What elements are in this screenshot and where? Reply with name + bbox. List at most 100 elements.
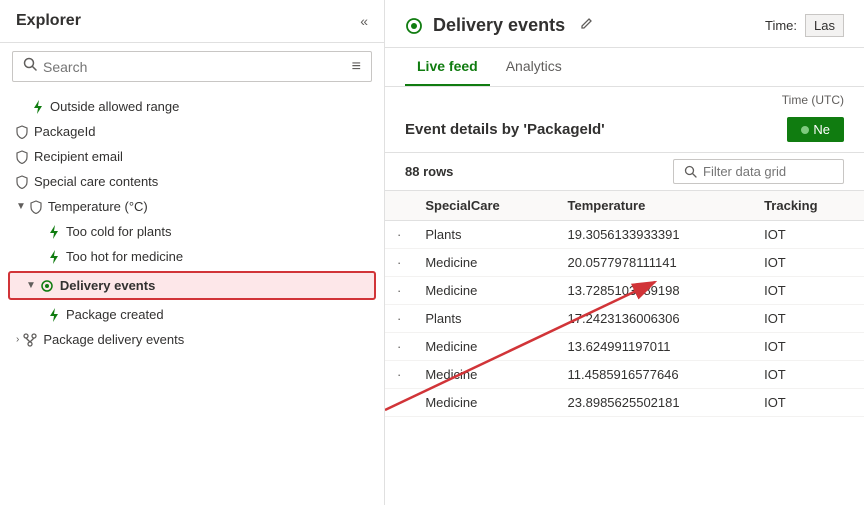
new-button-dot: [801, 126, 809, 134]
radio-icon: [40, 279, 54, 293]
edit-icon[interactable]: [579, 17, 593, 34]
search-icon: [684, 165, 697, 178]
sidebar-item-packageid[interactable]: PackageId: [0, 119, 384, 144]
bolt-icon: [48, 225, 60, 239]
sidebar-header: Explorer «: [0, 0, 384, 43]
sidebar-item-label: Special care contents: [34, 174, 158, 189]
sidebar-collapse-button[interactable]: «: [360, 13, 368, 29]
row-tracking: IOT: [752, 249, 864, 277]
table-row[interactable]: · Medicine 20.0577978111141 IOT: [385, 249, 864, 277]
search-bar[interactable]: ≡: [12, 51, 372, 82]
row-tracking: IOT: [752, 389, 864, 417]
main-header: Delivery events Time: Las: [385, 0, 864, 48]
col-tracking: Tracking: [752, 191, 864, 221]
row-dot: ·: [385, 305, 413, 333]
shield-icon: [16, 150, 28, 164]
sidebar-item-temperature[interactable]: ▼ Temperature (°C): [0, 194, 384, 219]
row-special-care: Medicine: [413, 361, 555, 389]
row-dot: ·: [385, 361, 413, 389]
filter-data-grid-input[interactable]: [703, 164, 833, 179]
event-details-bar: Event details by 'PackageId' Ne: [385, 107, 864, 153]
rows-count: 88 rows: [405, 164, 453, 179]
sidebar-item-label: Package created: [66, 307, 164, 322]
sidebar-item-recipient-email[interactable]: Recipient email: [0, 144, 384, 169]
chevron-right-icon: ›: [16, 334, 19, 345]
col-dot: [385, 191, 413, 221]
table-row[interactable]: · Medicine 11.4585916577646 IOT: [385, 361, 864, 389]
sidebar-item-label: Too cold for plants: [66, 224, 172, 239]
sidebar-item-label: Delivery events: [60, 278, 155, 293]
row-special-care: Plants: [413, 305, 555, 333]
row-tracking: IOT: [752, 361, 864, 389]
sidebar-item-special-care[interactable]: Special care contents: [0, 169, 384, 194]
row-tracking: IOT: [752, 333, 864, 361]
tabs: Live feed Analytics: [385, 48, 864, 87]
event-table: SpecialCare Temperature Tracking · Plant…: [385, 191, 864, 417]
table-row[interactable]: · Medicine 13.624991197011 IOT: [385, 333, 864, 361]
row-temperature: 11.4585916577646: [556, 361, 753, 389]
time-value: Las: [805, 14, 844, 37]
sidebar-item-outside-allowed-range[interactable]: Outside allowed range: [0, 94, 384, 119]
bolt-icon: [48, 308, 60, 322]
time-utc-label: Time (UTC): [385, 87, 864, 107]
row-special-care: Medicine: [413, 277, 555, 305]
row-tracking: IOT: [752, 305, 864, 333]
delivery-events-icon: [405, 17, 423, 35]
shield-icon: [16, 125, 28, 139]
table-row[interactable]: · Medicine 23.8985625502181 IOT: [385, 389, 864, 417]
chevron-down-icon: ▼: [26, 280, 36, 291]
row-special-care: Medicine: [413, 333, 555, 361]
sidebar-item-label: Too hot for medicine: [66, 249, 183, 264]
header-right: Time: Las: [765, 14, 844, 37]
main-content: Delivery events Time: Las Live feed Anal…: [385, 0, 864, 505]
sidebar-item-package-delivery[interactable]: › Package delivery events: [0, 327, 384, 352]
chevron-down-icon: ▼: [16, 201, 26, 212]
shield-icon: [16, 175, 28, 189]
sidebar-item-label: Temperature (°C): [48, 199, 148, 214]
row-temperature: 20.0577978111141: [556, 249, 753, 277]
col-temperature: Temperature: [556, 191, 753, 221]
tab-live-feed[interactable]: Live feed: [405, 48, 490, 86]
branch-icon: [23, 333, 37, 347]
main-title: Delivery events: [433, 15, 565, 36]
new-button[interactable]: Ne: [787, 117, 844, 142]
sidebar-tree: Outside allowed range PackageId Recipien…: [0, 90, 384, 505]
row-tracking: IOT: [752, 221, 864, 249]
main-panel: Delivery events Time: Las Live feed Anal…: [385, 0, 864, 505]
sidebar-item-label: Outside allowed range: [50, 99, 179, 114]
bolt-icon: [48, 250, 60, 264]
row-dot: ·: [385, 221, 413, 249]
sidebar-item-package-created[interactable]: Package created: [0, 302, 384, 327]
data-table: SpecialCare Temperature Tracking · Plant…: [385, 191, 864, 505]
sidebar-item-label: PackageId: [34, 124, 95, 139]
table-row[interactable]: · Medicine 13.7285103789198 IOT: [385, 277, 864, 305]
row-temperature: 13.624991197011: [556, 333, 753, 361]
search-icon: [23, 57, 37, 76]
shield-icon: [30, 200, 42, 214]
row-dot: ·: [385, 389, 413, 417]
table-row[interactable]: · Plants 19.3056133933391 IOT: [385, 221, 864, 249]
row-special-care: Plants: [413, 221, 555, 249]
bolt-icon: [32, 100, 44, 114]
row-special-care: Medicine: [413, 389, 555, 417]
event-details-title: Event details by 'PackageId': [405, 121, 605, 138]
row-temperature: 17.2423136006306: [556, 305, 753, 333]
sidebar: Explorer « ≡ Outside allowed range Packa…: [0, 0, 385, 505]
row-dot: ·: [385, 277, 413, 305]
search-input[interactable]: [43, 59, 352, 75]
tab-analytics[interactable]: Analytics: [494, 48, 574, 86]
sidebar-title: Explorer: [16, 12, 81, 30]
row-dot: ·: [385, 249, 413, 277]
sidebar-item-delivery-events[interactable]: ▼ Delivery events: [8, 271, 376, 300]
rows-filter-bar: 88 rows: [385, 153, 864, 191]
col-special-care: SpecialCare: [413, 191, 555, 221]
sidebar-item-label: Package delivery events: [43, 332, 184, 347]
filter-icon[interactable]: ≡: [352, 58, 361, 76]
time-label: Time:: [765, 18, 797, 33]
sidebar-item-too-hot[interactable]: Too hot for medicine: [0, 244, 384, 269]
row-temperature: 23.8985625502181: [556, 389, 753, 417]
sidebar-item-too-cold[interactable]: Too cold for plants: [0, 219, 384, 244]
table-row[interactable]: · Plants 17.2423136006306 IOT: [385, 305, 864, 333]
filter-input-wrapper[interactable]: [673, 159, 844, 184]
row-dot: ·: [385, 333, 413, 361]
